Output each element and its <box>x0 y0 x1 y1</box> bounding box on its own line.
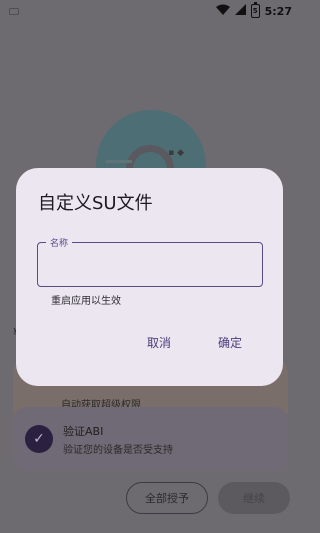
permission-card-abi[interactable]: ✓ 验证ABI 验证您的设备是否受支持 <box>13 407 288 471</box>
check-icon: ✓ <box>25 425 53 453</box>
battery-icon: 5 <box>250 2 260 18</box>
status-bar: 5 5:27 <box>0 0 300 22</box>
decoration-icon: ▪ ◆ <box>168 148 184 158</box>
clock: 5:27 <box>264 4 292 18</box>
abi-card-subtitle: 验证您的设备是否受支持 <box>63 444 173 456</box>
name-input[interactable] <box>48 253 248 275</box>
keyboard-icon <box>9 7 19 15</box>
confirm-button[interactable]: 确定 <box>218 334 242 351</box>
helper-text: 重启应用以生效 <box>51 296 121 307</box>
continue-button[interactable]: 继续 <box>218 482 290 514</box>
name-field-label: 名称 <box>46 236 73 249</box>
dialog-title: 自定义SU文件 <box>38 193 153 214</box>
name-field[interactable]: 名称 <box>37 236 263 287</box>
custom-su-dialog: 自定义SU文件 名称 重启应用以生效 取消 确定 <box>16 168 283 386</box>
abi-card-title: 验证ABI <box>63 424 104 438</box>
status-icons: 5 5:27 <box>215 2 292 18</box>
signal-icon <box>234 4 246 18</box>
wifi-icon <box>215 4 230 18</box>
cancel-button[interactable]: 取消 <box>147 334 171 351</box>
grant-all-button[interactable]: 全部授予 <box>126 482 208 514</box>
